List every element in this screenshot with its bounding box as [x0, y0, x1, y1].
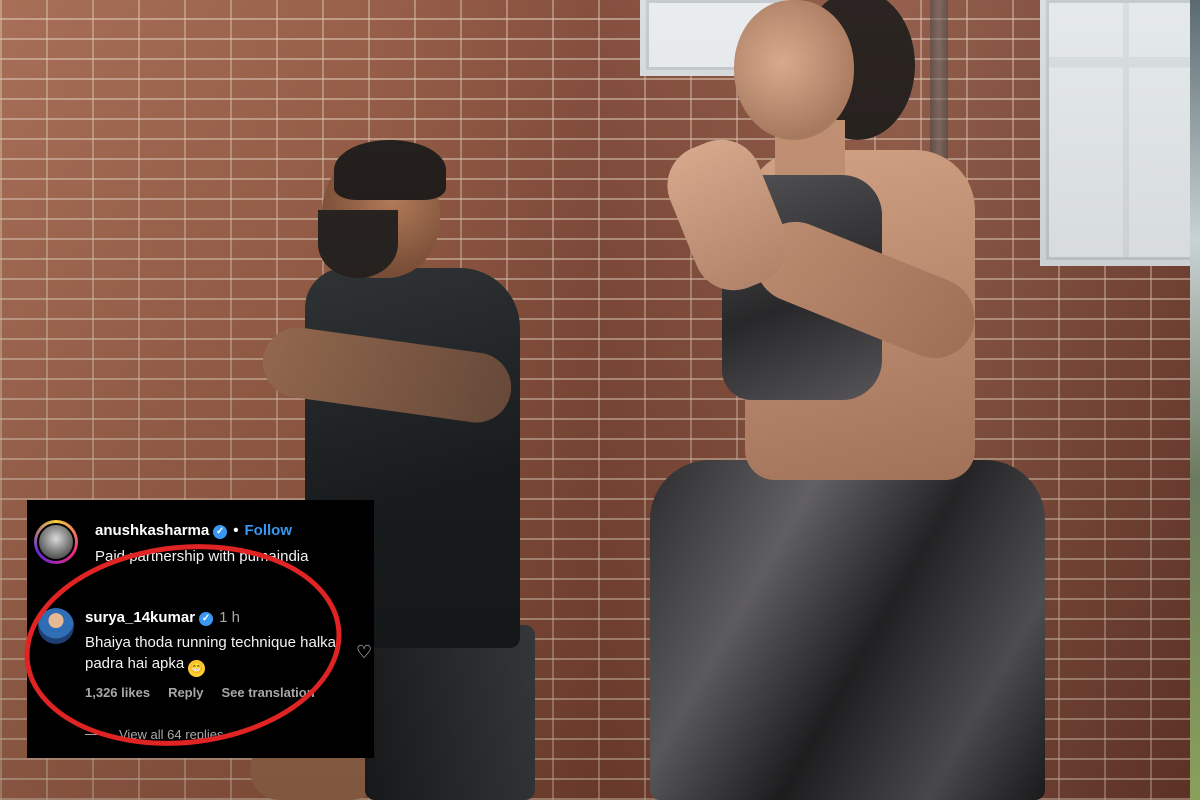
heart-icon[interactable]: ♡: [356, 642, 376, 662]
comment-timestamp: 1 h: [219, 609, 240, 626]
comment-likes-count[interactable]: 1,326 likes: [85, 685, 150, 700]
comment-author-row: surya_14kumar ✓ 1 h: [85, 609, 240, 626]
view-all-replies-label[interactable]: View all 64 replies: [119, 727, 224, 742]
post-author-username[interactable]: anushkasharma: [95, 522, 209, 539]
comment-meta: 1,326 likes Reply See translation: [85, 685, 333, 700]
see-translation-link[interactable]: See translation: [221, 685, 314, 700]
comment-text: Bhaiya thoda running technique halka pad…: [85, 634, 337, 672]
post-author-row: anushkasharma ✓ • Follow: [95, 522, 292, 539]
instagram-comment-card: anushkasharma ✓ • Follow Paid partnership w…: [27, 500, 374, 758]
verified-badge-icon: ✓: [199, 612, 214, 626]
grinning-emoji-icon: 😁: [188, 660, 206, 677]
verified-badge-icon: ✓: [213, 525, 228, 539]
post-author-avatar[interactable]: [34, 520, 78, 564]
adjacent-photo-edge: [1190, 0, 1200, 800]
commenter-avatar[interactable]: [38, 608, 74, 644]
post-caption: Paid partnership with pumaindia: [95, 548, 309, 565]
follow-button[interactable]: Follow: [245, 522, 293, 539]
separator-dot: •: [233, 522, 239, 539]
reply-button[interactable]: Reply: [168, 685, 203, 700]
view-all-replies[interactable]: View all 64 replies: [85, 727, 224, 742]
comment-text-block: Bhaiya thoda running technique halka pad…: [85, 632, 355, 677]
comment-author-username[interactable]: surya_14kumar: [85, 609, 195, 626]
replies-divider-line: [85, 734, 109, 735]
